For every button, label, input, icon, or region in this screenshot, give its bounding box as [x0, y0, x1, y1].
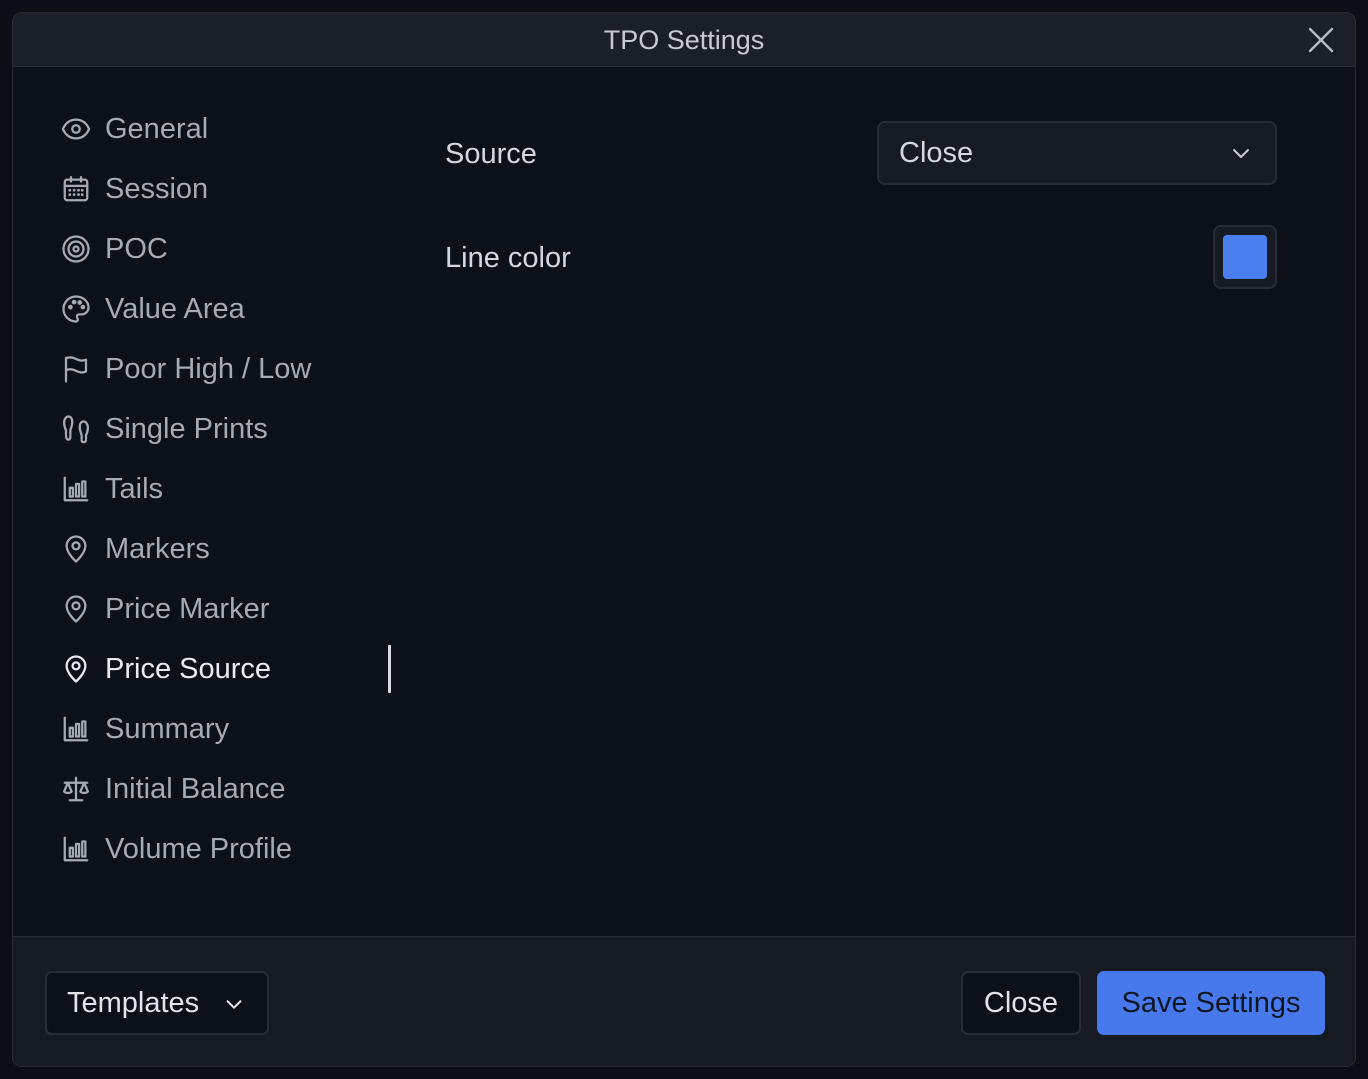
- scale-icon: [59, 772, 93, 806]
- settings-panel: Source Close Line color: [445, 121, 1277, 329]
- source-row: Source Close: [445, 121, 1277, 225]
- sidebar-item-general[interactable]: General: [59, 99, 389, 159]
- settings-sidebar: General Session POC Value Area Poor High…: [59, 99, 391, 879]
- sidebar-item-session[interactable]: Session: [59, 159, 389, 219]
- bar-chart-icon: [59, 472, 93, 506]
- bar-chart-icon: [59, 712, 93, 746]
- close-icon[interactable]: [1307, 26, 1335, 54]
- chevron-down-icon: [1233, 149, 1249, 158]
- sidebar-item-markers[interactable]: Markers: [59, 519, 389, 579]
- sidebar-item-label: Tails: [105, 472, 164, 505]
- close-button-label: Close: [983, 986, 1059, 1019]
- save-button-label: Save Settings: [1121, 986, 1301, 1019]
- sidebar-item-label: Price Marker: [105, 592, 270, 625]
- flag-icon: [59, 352, 93, 386]
- palette-icon: [59, 292, 93, 326]
- map-pin-icon: [59, 652, 93, 686]
- sidebar-item-value-area[interactable]: Value Area: [59, 279, 389, 339]
- line-color-label: Line color: [445, 242, 571, 274]
- sidebar-item-price-source[interactable]: Price Source: [59, 639, 391, 699]
- source-select[interactable]: Close: [877, 121, 1277, 185]
- target-icon: [59, 232, 93, 266]
- calendar-icon: [59, 172, 93, 206]
- line-color-picker[interactable]: [1213, 225, 1277, 289]
- footprints-icon: [59, 412, 93, 446]
- line-color-row: Line color: [445, 225, 1277, 329]
- source-select-value: Close: [899, 137, 974, 169]
- sidebar-item-label: Price Source: [105, 652, 272, 685]
- sidebar-item-label: Session: [105, 172, 209, 205]
- sidebar-item-price-marker[interactable]: Price Marker: [59, 579, 389, 639]
- dialog-title: TPO Settings: [603, 25, 765, 55]
- sidebar-item-poor-high-low[interactable]: Poor High / Low: [59, 339, 389, 399]
- line-color-swatch: [1223, 235, 1267, 279]
- sidebar-item-volume-profile[interactable]: Volume Profile: [59, 819, 389, 879]
- sidebar-item-label: Single Prints: [105, 412, 268, 445]
- settings-dialog: TPO Settings General Session POC Value A…: [12, 12, 1356, 1067]
- sidebar-item-label: POC: [105, 232, 168, 265]
- chevron-down-icon: [226, 1000, 242, 1009]
- close-button[interactable]: Close: [961, 971, 1081, 1035]
- sidebar-item-label: General: [105, 112, 209, 145]
- dialog-titlebar: TPO Settings: [13, 13, 1355, 67]
- sidebar-item-summary[interactable]: Summary: [59, 699, 389, 759]
- sidebar-item-label: Initial Balance: [105, 772, 286, 805]
- sidebar-item-initial-balance[interactable]: Initial Balance: [59, 759, 389, 819]
- sidebar-item-label: Summary: [105, 712, 230, 745]
- eye-icon: [59, 112, 93, 146]
- save-settings-button[interactable]: Save Settings: [1097, 971, 1325, 1035]
- dialog-footer: Templates Close Save Settings: [13, 936, 1355, 1066]
- templates-button-label: Templates: [67, 986, 200, 1019]
- sidebar-item-poc[interactable]: POC: [59, 219, 389, 279]
- sidebar-item-label: Poor High / Low: [105, 352, 312, 385]
- sidebar-item-single-prints[interactable]: Single Prints: [59, 399, 389, 459]
- sidebar-item-label: Markers: [105, 532, 210, 565]
- map-pin-icon: [59, 592, 93, 626]
- bar-chart-icon: [59, 832, 93, 866]
- templates-dropdown-button[interactable]: Templates: [45, 971, 269, 1035]
- source-label: Source: [445, 138, 537, 170]
- sidebar-item-label: Volume Profile: [105, 832, 292, 865]
- map-pin-icon: [59, 532, 93, 566]
- sidebar-item-label: Value Area: [105, 292, 245, 325]
- sidebar-item-tails[interactable]: Tails: [59, 459, 389, 519]
